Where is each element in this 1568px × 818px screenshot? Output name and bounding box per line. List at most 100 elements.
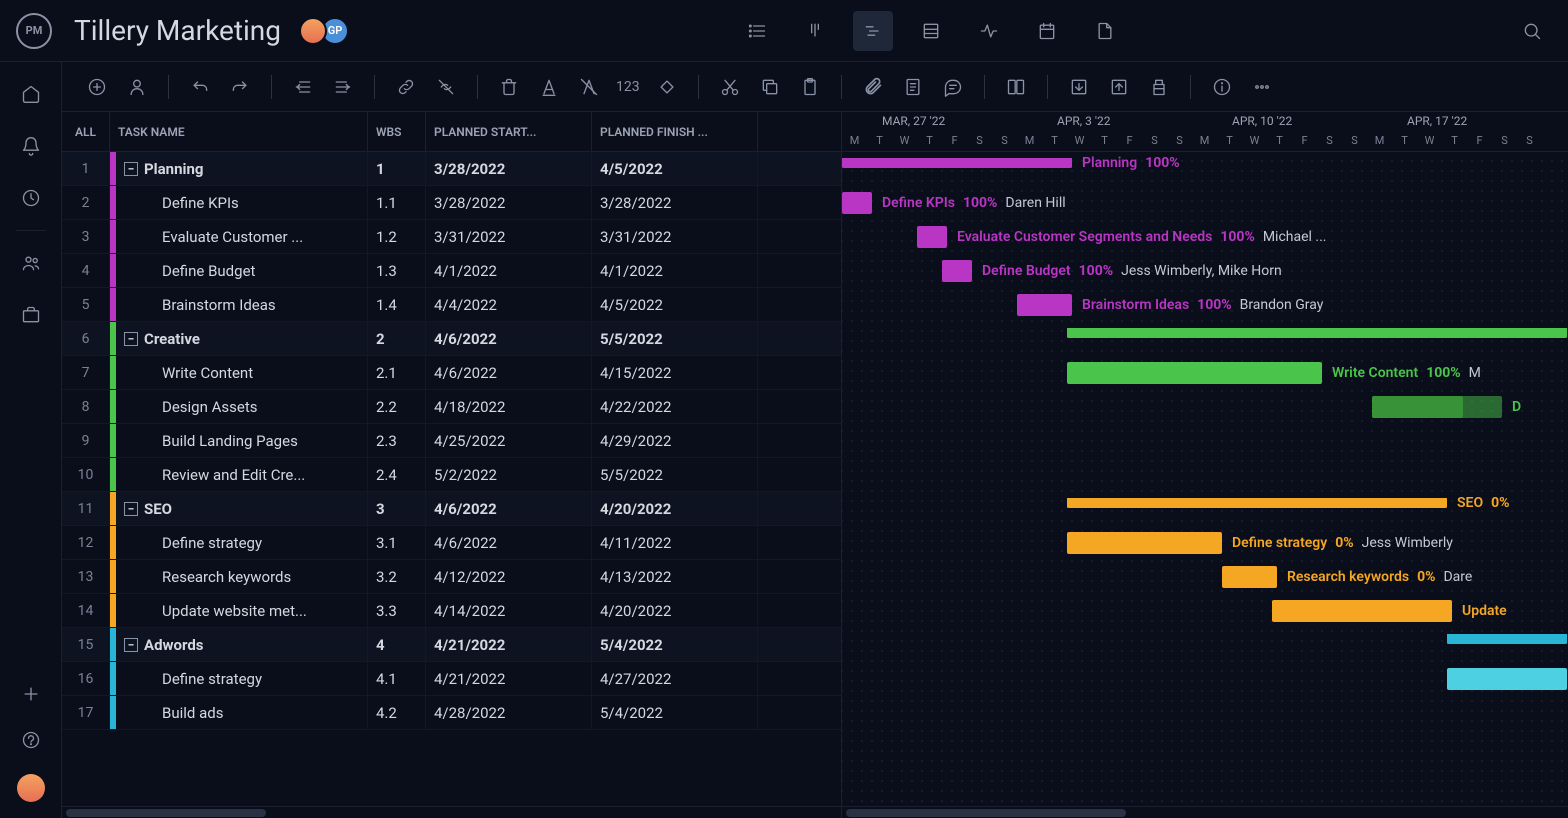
- start-cell[interactable]: 3/28/2022: [426, 152, 592, 185]
- col-finish[interactable]: PLANNED FINISH ...: [592, 112, 758, 151]
- table-row[interactable]: 5Brainstorm Ideas1.44/4/20224/5/2022: [62, 288, 841, 322]
- diamond-icon[interactable]: [654, 74, 680, 100]
- wbs-cell[interactable]: 2.1: [368, 356, 426, 389]
- undo-icon[interactable]: [187, 74, 213, 100]
- recent-icon[interactable]: [19, 186, 43, 210]
- start-cell[interactable]: 3/31/2022: [426, 220, 592, 253]
- table-row[interactable]: 13Research keywords3.24/12/20224/13/2022: [62, 560, 841, 594]
- activity-view-icon[interactable]: [969, 11, 1009, 51]
- task-name-cell[interactable]: Brainstorm Ideas: [110, 288, 368, 321]
- portfolio-icon[interactable]: [19, 303, 43, 327]
- add-icon[interactable]: [19, 682, 43, 706]
- gantt-row[interactable]: Planning100%: [842, 152, 1568, 186]
- gantt-row[interactable]: [842, 458, 1568, 492]
- gantt-bar[interactable]: D: [1372, 396, 1502, 418]
- indent-icon[interactable]: [330, 74, 356, 100]
- wbs-cell[interactable]: 3.1: [368, 526, 426, 559]
- file-view-icon[interactable]: [1085, 11, 1125, 51]
- start-cell[interactable]: 3/28/2022: [426, 186, 592, 219]
- col-name[interactable]: TASK NAME: [110, 112, 368, 151]
- task-name-cell[interactable]: Define KPIs: [110, 186, 368, 219]
- gantt-chart[interactable]: MAR, 27 '22APR, 3 '22APR, 10 '22APR, 17 …: [842, 112, 1568, 818]
- task-name-cell[interactable]: Write Content: [110, 356, 368, 389]
- wbs-cell[interactable]: 3: [368, 492, 426, 525]
- finish-cell[interactable]: 4/1/2022: [592, 254, 758, 287]
- task-name-cell[interactable]: Define strategy: [110, 662, 368, 695]
- wbs-cell[interactable]: 1.2: [368, 220, 426, 253]
- task-name-cell[interactable]: Design Assets: [110, 390, 368, 423]
- member-avatars[interactable]: GP: [299, 17, 349, 45]
- task-name-cell[interactable]: Build Landing Pages: [110, 424, 368, 457]
- task-name-cell[interactable]: Define Budget: [110, 254, 368, 287]
- task-name-cell[interactable]: Review and Edit Cre...: [110, 458, 368, 491]
- finish-cell[interactable]: 5/4/2022: [592, 696, 758, 729]
- table-row[interactable]: 12Define strategy3.14/6/20224/11/2022: [62, 526, 841, 560]
- attachment-icon[interactable]: [860, 74, 886, 100]
- h-scrollbar[interactable]: [842, 806, 1568, 818]
- comment-icon[interactable]: [940, 74, 966, 100]
- table-row[interactable]: 17Build ads4.24/28/20225/4/2022: [62, 696, 841, 730]
- gantt-bar[interactable]: Planning100%: [842, 158, 1072, 168]
- start-cell[interactable]: 4/6/2022: [426, 322, 592, 355]
- clear-format-icon[interactable]: [576, 74, 602, 100]
- sheet-view-icon[interactable]: [911, 11, 951, 51]
- gantt-bar[interactable]: Brainstorm Ideas100%Brandon Gray: [1017, 294, 1072, 316]
- finish-cell[interactable]: 4/11/2022: [592, 526, 758, 559]
- home-icon[interactable]: [19, 82, 43, 106]
- gantt-bar[interactable]: Research keywords0%Dare: [1222, 566, 1277, 588]
- task-name-cell[interactable]: −Creative: [110, 322, 368, 355]
- wbs-cell[interactable]: 2: [368, 322, 426, 355]
- help-icon[interactable]: [19, 728, 43, 752]
- table-row[interactable]: 10Review and Edit Cre...2.45/2/20225/5/2…: [62, 458, 841, 492]
- gantt-row[interactable]: Brainstorm Ideas100%Brandon Gray: [842, 288, 1568, 322]
- table-row[interactable]: 3Evaluate Customer ...1.23/31/20223/31/2…: [62, 220, 841, 254]
- start-cell[interactable]: 4/14/2022: [426, 594, 592, 627]
- avatar[interactable]: [299, 17, 327, 45]
- add-task-icon[interactable]: [84, 74, 110, 100]
- collapse-icon[interactable]: −: [124, 638, 138, 652]
- start-cell[interactable]: 4/28/2022: [426, 696, 592, 729]
- notifications-icon[interactable]: [19, 134, 43, 158]
- paste-icon[interactable]: [797, 74, 823, 100]
- finish-cell[interactable]: 5/5/2022: [592, 458, 758, 491]
- gantt-bar[interactable]: Evaluate Customer Segments and Needs100%…: [917, 226, 947, 248]
- wbs-cell[interactable]: 3.2: [368, 560, 426, 593]
- gantt-row[interactable]: [842, 696, 1568, 730]
- collapse-icon[interactable]: −: [124, 502, 138, 516]
- finish-cell[interactable]: 3/28/2022: [592, 186, 758, 219]
- wbs-cell[interactable]: 4.1: [368, 662, 426, 695]
- columns-icon[interactable]: [1003, 74, 1029, 100]
- project-title[interactable]: Tillery Marketing: [74, 14, 281, 47]
- col-wbs[interactable]: WBS: [368, 112, 426, 151]
- task-name-cell[interactable]: Evaluate Customer ...: [110, 220, 368, 253]
- finish-cell[interactable]: 4/5/2022: [592, 288, 758, 321]
- start-cell[interactable]: 4/1/2022: [426, 254, 592, 287]
- outdent-icon[interactable]: [290, 74, 316, 100]
- table-row[interactable]: 7Write Content2.14/6/20224/15/2022: [62, 356, 841, 390]
- unlink-icon[interactable]: [433, 74, 459, 100]
- gantt-bar[interactable]: [1067, 328, 1567, 338]
- gantt-view-icon[interactable]: [853, 11, 893, 51]
- gantt-row[interactable]: Research keywords0%Dare: [842, 560, 1568, 594]
- table-row[interactable]: 9Build Landing Pages2.34/25/20224/29/202…: [62, 424, 841, 458]
- gantt-row[interactable]: Define Budget100%Jess Wimberly, Mike Hor…: [842, 254, 1568, 288]
- wbs-cell[interactable]: 1.1: [368, 186, 426, 219]
- col-all[interactable]: ALL: [62, 112, 110, 151]
- finish-cell[interactable]: 4/29/2022: [592, 424, 758, 457]
- start-cell[interactable]: 4/4/2022: [426, 288, 592, 321]
- start-cell[interactable]: 5/2/2022: [426, 458, 592, 491]
- collapse-icon[interactable]: −: [124, 162, 138, 176]
- print-icon[interactable]: [1146, 74, 1172, 100]
- board-view-icon[interactable]: [795, 11, 835, 51]
- people-icon[interactable]: [19, 251, 43, 275]
- import-icon[interactable]: [1066, 74, 1092, 100]
- app-logo[interactable]: PM: [16, 13, 52, 49]
- wbs-cell[interactable]: 1.3: [368, 254, 426, 287]
- export-icon[interactable]: [1106, 74, 1132, 100]
- table-row[interactable]: 8Design Assets2.24/18/20224/22/2022: [62, 390, 841, 424]
- table-row[interactable]: 16Define strategy4.14/21/20224/27/2022: [62, 662, 841, 696]
- task-name-cell[interactable]: Build ads: [110, 696, 368, 729]
- wbs-cell[interactable]: 1: [368, 152, 426, 185]
- gantt-row[interactable]: Write Content100%M: [842, 356, 1568, 390]
- gantt-bar[interactable]: Update: [1272, 600, 1452, 622]
